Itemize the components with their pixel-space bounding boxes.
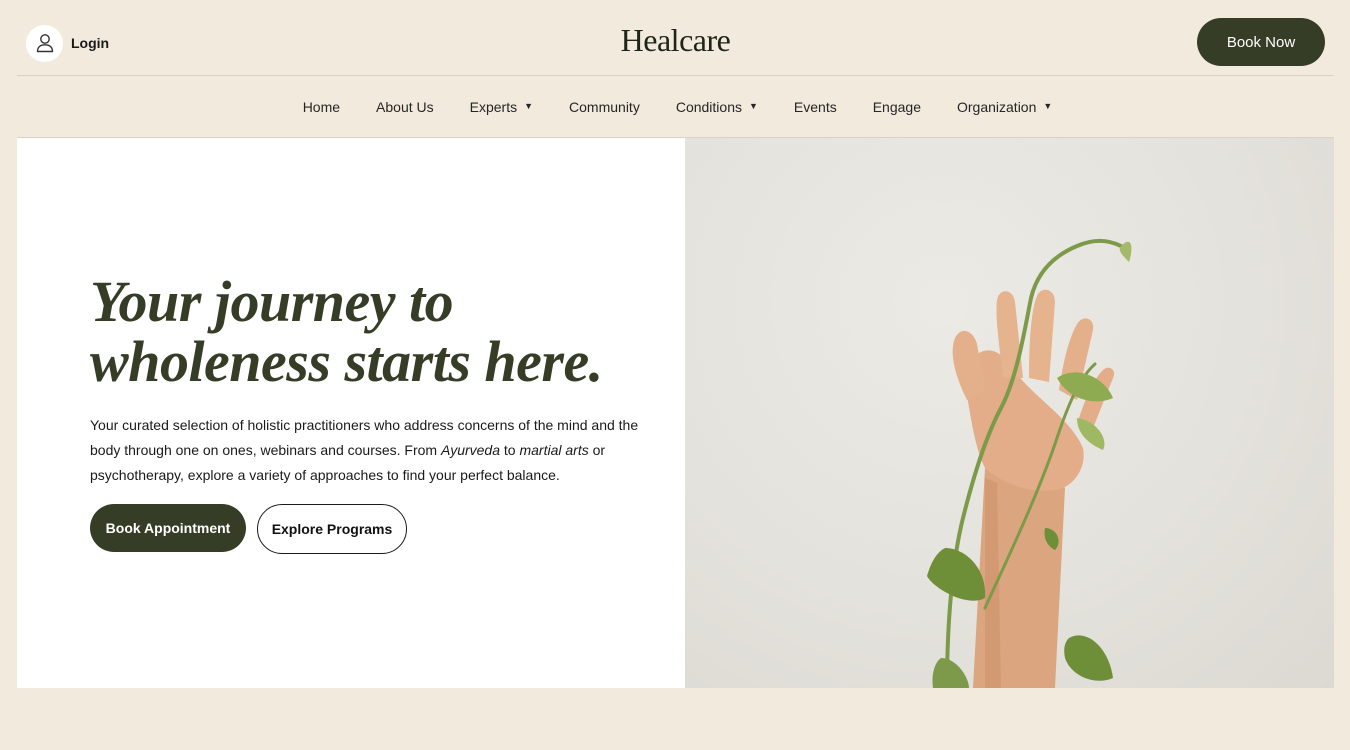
nav-item-label: Home	[302, 98, 341, 115]
top-header: Login Healcare Book Now	[17, 0, 1334, 76]
brand-logo[interactable]: Healcare	[17, 22, 1334, 59]
chevron-down-icon: ▼	[1043, 100, 1053, 111]
nav-item-experts[interactable]: Experts ▼	[470, 99, 533, 115]
explore-programs-button[interactable]: Explore Programs	[257, 504, 407, 554]
nav-item-label: Conditions	[675, 98, 742, 115]
hero-content: Your journey to wholeness starts here. Y…	[17, 138, 685, 688]
hero-description: Your curated selection of holistic pract…	[90, 413, 650, 488]
nav-item-label: Events	[793, 98, 837, 115]
nav-item-community[interactable]: Community	[569, 99, 640, 115]
hero-text-part2: to	[500, 442, 520, 458]
book-now-button[interactable]: Book Now	[1197, 18, 1325, 66]
main-nav: Home About Us Experts ▼ Community Condit…	[17, 76, 1334, 138]
nav-item-home[interactable]: Home	[303, 99, 340, 115]
hero-title-line2: wholeness starts here.	[90, 329, 603, 394]
nav-item-conditions[interactable]: Conditions ▼	[676, 99, 758, 115]
nav-item-label: Community	[569, 98, 640, 115]
hero-title-line1: Your journey to	[90, 269, 454, 334]
nav-item-label: Engage	[872, 98, 921, 115]
nav-item-organization[interactable]: Organization ▼	[957, 99, 1052, 115]
nav-item-about-us[interactable]: About Us	[376, 99, 434, 115]
chevron-down-icon: ▼	[524, 100, 534, 111]
hand-with-plant-illustration	[927, 238, 1132, 688]
hero-text-martial-arts: martial arts	[519, 442, 589, 458]
chevron-down-icon: ▼	[748, 100, 758, 111]
nav-item-label: Experts	[469, 98, 518, 115]
page: Login Healcare Book Now Home About Us Ex…	[0, 0, 1350, 750]
hero-text-ayurveda: Ayurveda	[440, 442, 501, 458]
book-appointment-button[interactable]: Book Appointment	[90, 504, 246, 552]
nav-item-events[interactable]: Events	[794, 99, 837, 115]
nav-item-engage[interactable]: Engage	[873, 99, 921, 115]
nav-item-label: About Us	[376, 98, 434, 115]
nav-item-label: Organization	[957, 98, 1037, 115]
hero-title: Your journey to wholeness starts here.	[90, 272, 650, 392]
hero-image	[685, 138, 1334, 688]
